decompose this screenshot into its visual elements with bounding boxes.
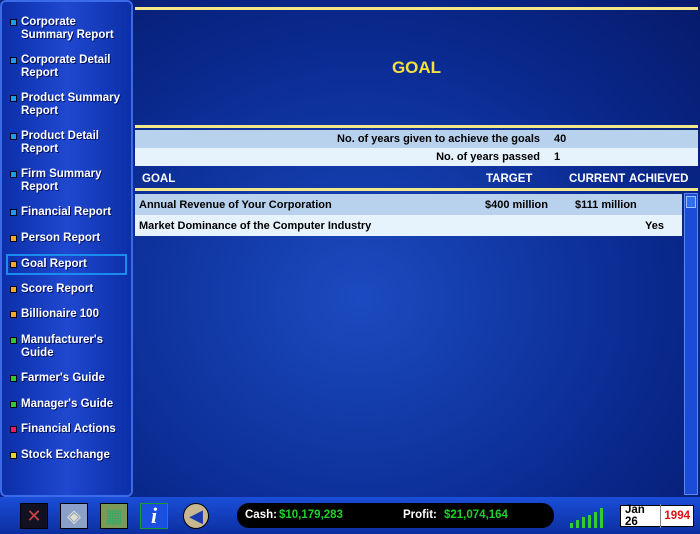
- bullet-icon: [10, 375, 17, 382]
- bottom-toolbar: ✕ ◈ ▦ i ◀ Cash: $10,179,283 Profit: $21,…: [0, 497, 700, 534]
- profit-value: $21,074,164: [444, 509, 508, 521]
- sidebar-item-score-report[interactable]: Score Report: [10, 283, 123, 296]
- finance-status: Cash: $10,179,283 Profit: $21,074,164: [237, 503, 554, 528]
- divider: [135, 188, 698, 191]
- sidebar-item-farmer-s-guide[interactable]: Farmer's Guide: [10, 372, 123, 385]
- years-info-table: No. of years given to achieve the goals 4…: [135, 130, 698, 166]
- game-date: Jan 26 1994: [620, 504, 694, 528]
- sidebar-item-label: Corporate Detail Report: [21, 54, 111, 79]
- bullet-icon: [10, 286, 17, 293]
- goal-name: Market Dominance of the Computer Industr…: [139, 219, 372, 232]
- sidebar-item-label: Billionaire 100: [21, 308, 99, 320]
- bullet-icon: [10, 209, 17, 216]
- sidebar-item-corporate-detail-report[interactable]: Corporate Detail Report: [10, 54, 123, 80]
- sidebar-item-manufacturer-s-guide[interactable]: Manufacturer's Guide: [10, 334, 123, 360]
- cash-value: $10,179,283: [279, 509, 343, 521]
- sidebar-item-label: Manager's Guide: [21, 398, 114, 410]
- bullet-icon: [10, 337, 17, 344]
- bullet-icon: [10, 311, 17, 318]
- bullet-icon: [10, 235, 17, 242]
- sidebar-item-product-summary-report[interactable]: Product Summary Report: [10, 92, 123, 118]
- col-goal: GOAL: [142, 173, 176, 185]
- years-passed-value: 1: [554, 151, 561, 163]
- years-given-label: No. of years given to achieve the goals: [337, 133, 540, 145]
- bullet-icon: [10, 426, 17, 433]
- date-value: Jan 26: [621, 504, 662, 528]
- bullet-icon: [10, 452, 17, 459]
- year-value: 1994: [664, 510, 690, 522]
- scroll-thumb[interactable]: [686, 196, 696, 208]
- divider: [135, 125, 698, 128]
- map-icon[interactable]: ◈: [60, 503, 88, 529]
- goal-current: $111 million: [575, 198, 637, 211]
- goal-achieved: Yes: [645, 219, 664, 232]
- goal-table-header: GOAL TARGET CURRENT ACHIEVED: [133, 171, 700, 188]
- sidebar-item-corporate-summary-report[interactable]: Corporate Summary Report: [10, 16, 123, 42]
- info-icon[interactable]: i: [140, 503, 168, 529]
- sidebar-item-person-report[interactable]: Person Report: [10, 232, 123, 245]
- col-achieved: ACHIEVED: [629, 173, 689, 185]
- sidebar-item-financial-actions[interactable]: Financial Actions: [10, 423, 123, 436]
- sidebar-item-label: Stock Exchange: [21, 449, 110, 461]
- sidebar-item-label: Product Summary Report: [21, 92, 121, 117]
- sidebar-item-label: Financial Actions: [21, 423, 116, 435]
- table-row[interactable]: Annual Revenue of Your Corporation $400 …: [135, 194, 682, 215]
- years-passed-row: No. of years passed 1: [135, 148, 698, 166]
- sidebar-item-label: Manufacturer's Guide: [21, 334, 103, 359]
- signal-chart-icon[interactable]: [568, 507, 608, 529]
- divider: [135, 7, 698, 10]
- cash-label: Cash:: [245, 509, 277, 521]
- sidebar-item-label: Corporate Summary Report: [21, 16, 114, 41]
- sidebar-item-label: Financial Report: [21, 206, 112, 218]
- back-icon[interactable]: ◀: [183, 503, 209, 529]
- sidebar-item-financial-report[interactable]: Financial Report: [10, 206, 123, 219]
- world-map-icon[interactable]: ▦: [100, 503, 128, 529]
- sidebar-item-label: Product Detail Report: [21, 130, 99, 155]
- sidebar-item-label: Goal Report: [21, 258, 87, 270]
- col-target: TARGET: [486, 173, 533, 185]
- bullet-icon: [10, 171, 17, 178]
- goal-name: Annual Revenue of Your Corporation: [139, 198, 332, 211]
- tools-icon[interactable]: ✕: [20, 503, 48, 529]
- bullet-icon: [10, 57, 17, 64]
- sidebar-item-label: Score Report: [21, 283, 94, 295]
- col-current: CURRENT: [569, 173, 626, 185]
- years-given-row: No. of years given to achieve the goals 4…: [135, 130, 698, 148]
- years-given-value: 40: [554, 133, 567, 145]
- profit-label: Profit:: [403, 509, 437, 521]
- sidebar-item-product-detail-report[interactable]: Product Detail Report: [10, 130, 123, 156]
- goal-table: Annual Revenue of Your Corporation $400 …: [135, 194, 682, 236]
- page-title: GOAL: [391, 58, 442, 77]
- sidebar-item-billionaire-100[interactable]: Billionaire 100: [10, 308, 123, 321]
- bullet-icon: [10, 261, 17, 268]
- sidebar-item-label: Farmer's Guide: [21, 372, 105, 384]
- sidebar-item-label: Person Report: [21, 232, 101, 244]
- scrollbar[interactable]: [684, 193, 698, 495]
- bullet-icon: [10, 19, 17, 26]
- report-sidebar: Corporate Summary Report Corporate Detail…: [0, 0, 133, 497]
- sidebar-item-manager-s-guide[interactable]: Manager's Guide: [10, 398, 123, 411]
- sidebar-item-stock-exchange[interactable]: Stock Exchange: [10, 449, 123, 462]
- goal-target: $400 million: [485, 198, 548, 211]
- sidebar-item-goal-report[interactable]: Goal Report: [6, 254, 127, 275]
- bullet-icon: [10, 401, 17, 408]
- sidebar-item-label: Firm Summary Report: [21, 168, 102, 193]
- years-passed-label: No. of years passed: [436, 151, 540, 163]
- bullet-icon: [10, 95, 17, 102]
- bullet-icon: [10, 133, 17, 140]
- sidebar-item-firm-summary-report[interactable]: Firm Summary Report: [10, 168, 123, 194]
- goal-report-panel: GOAL No. of years given to achieve the g…: [133, 0, 700, 497]
- table-row[interactable]: Market Dominance of the Computer Industr…: [135, 215, 682, 236]
